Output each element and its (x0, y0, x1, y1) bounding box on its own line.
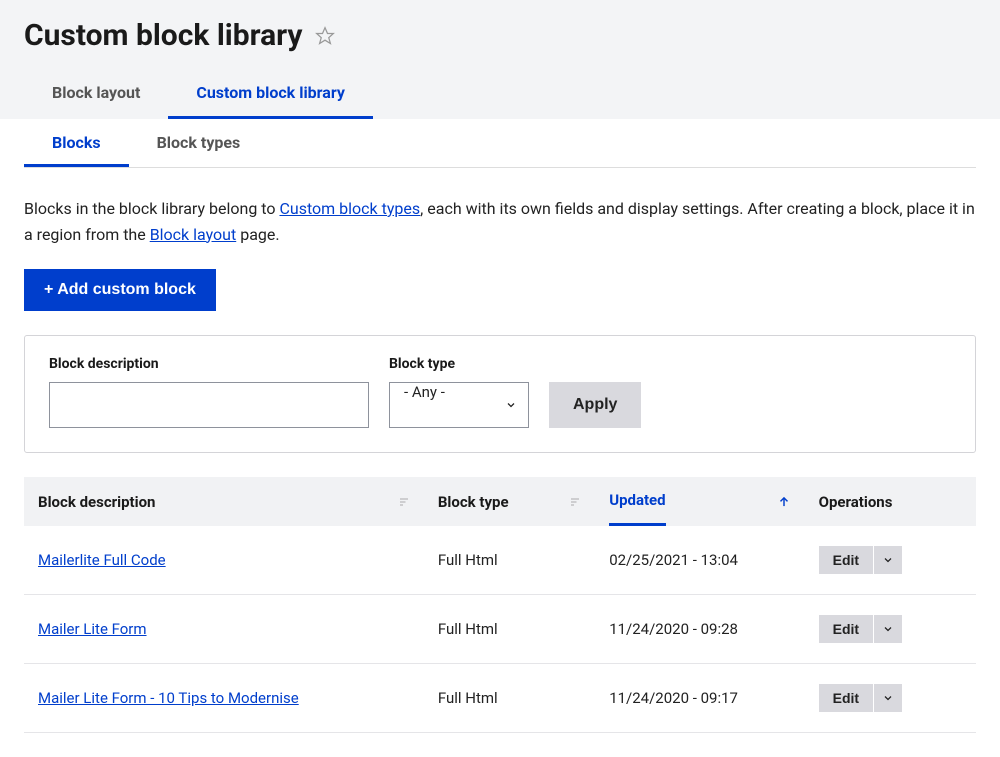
edit-button[interactable]: Edit (819, 684, 873, 712)
operations-dropdown-toggle[interactable] (873, 684, 902, 712)
subtab-blocks[interactable]: Blocks (24, 119, 129, 167)
column-header-type[interactable]: Block type (424, 477, 595, 526)
link-custom-block-types[interactable]: Custom block types (279, 199, 420, 218)
sort-icon (398, 496, 410, 508)
chevron-down-icon (882, 692, 894, 704)
favorite-star-icon[interactable] (315, 26, 335, 46)
filter-description-label: Block description (49, 356, 369, 372)
block-type-cell: Full Html (424, 595, 595, 664)
column-header-updated[interactable]: Updated (595, 477, 804, 526)
tab-custom-block-library[interactable]: Custom block library (168, 73, 373, 119)
blocks-table: Block description Block type Updated (24, 477, 976, 733)
block-link[interactable]: Mailerlite Full Code (38, 551, 166, 569)
column-header-description[interactable]: Block description (24, 477, 424, 526)
apply-filters-button[interactable]: Apply (549, 382, 641, 428)
block-type-cell: Full Html (424, 526, 595, 595)
secondary-tabs: Blocks Block types (24, 119, 976, 168)
block-link[interactable]: Mailer Lite Form - 10 Tips to Modernise (38, 689, 299, 707)
block-type-cell: Full Html (424, 664, 595, 733)
operations-dropdown-toggle[interactable] (873, 615, 902, 643)
chevron-down-icon (882, 554, 894, 566)
table-row: Mailer Lite Form - 10 Tips to Modernise F… (24, 664, 976, 733)
primary-tabs: Block layout Custom block library (24, 73, 976, 119)
table-row: Mailer Lite Form Full Html11/24/2020 - 09… (24, 595, 976, 664)
table-row: Mailerlite Full Code Full Html02/25/2021 … (24, 526, 976, 595)
column-header-operations: Operations (805, 477, 976, 526)
filter-description-input[interactable] (49, 382, 369, 428)
sort-icon (569, 496, 581, 508)
subtab-block-types[interactable]: Block types (129, 119, 269, 167)
filter-type-label: Block type (389, 356, 529, 372)
block-updated-cell: 02/25/2021 - 13:04 (595, 526, 804, 595)
link-block-layout[interactable]: Block layout (150, 225, 237, 244)
page-title: Custom block library (24, 18, 303, 53)
block-updated-cell: 11/24/2020 - 09:28 (595, 595, 804, 664)
filter-panel: Block description Block type - Any - App… (24, 335, 976, 453)
block-updated-cell: 11/24/2020 - 09:17 (595, 664, 804, 733)
add-custom-block-button[interactable]: + Add custom block (24, 269, 216, 311)
block-link[interactable]: Mailer Lite Form (38, 620, 147, 638)
page-description: Blocks in the block library belong to Cu… (24, 196, 976, 247)
sort-arrow-up-icon (777, 495, 791, 509)
edit-button[interactable]: Edit (819, 546, 873, 574)
tab-block-layout[interactable]: Block layout (24, 73, 168, 119)
filter-type-select[interactable]: - Any - (389, 382, 529, 428)
edit-button[interactable]: Edit (819, 615, 873, 643)
chevron-down-icon (882, 623, 894, 635)
operations-dropdown-toggle[interactable] (873, 546, 902, 574)
